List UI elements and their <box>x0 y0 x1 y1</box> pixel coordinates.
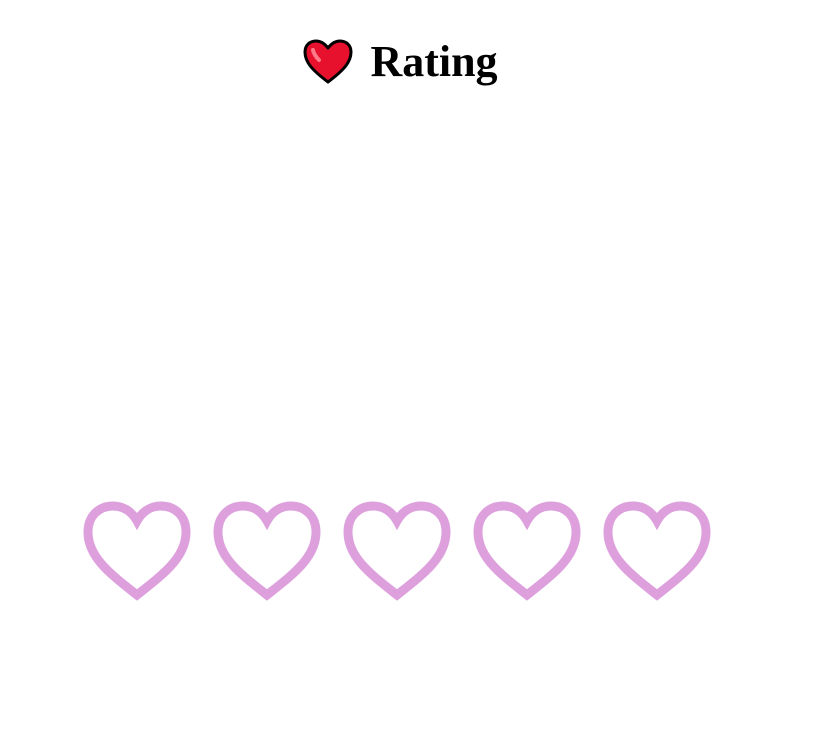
heart-rating-2[interactable] <box>212 500 322 602</box>
heart-outline-icon <box>603 501 711 601</box>
heart-outline-icon <box>83 501 191 601</box>
heart-rating-3[interactable] <box>342 500 452 602</box>
heart-rating-5[interactable] <box>602 500 712 602</box>
heart-rating-1[interactable] <box>82 500 192 602</box>
rating-page: Rating <box>0 0 829 733</box>
heart-rating <box>82 500 712 602</box>
page-title: Rating <box>0 38 800 86</box>
heart-outline-icon <box>213 501 321 601</box>
heart-rating-4[interactable] <box>472 500 582 602</box>
page-title-text: Rating <box>370 37 498 86</box>
heart-outline-icon <box>473 501 581 601</box>
red-heart-icon <box>302 38 354 86</box>
heart-outline-icon <box>343 501 451 601</box>
